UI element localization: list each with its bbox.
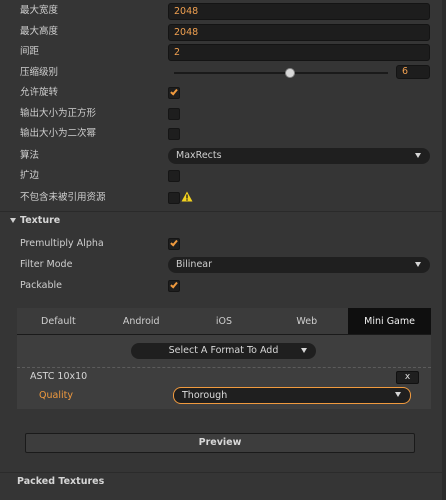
- premultiply-checkbox[interactable]: [168, 238, 180, 250]
- compression-label: 压缩级别: [20, 67, 59, 78]
- extrude-label: 扩边: [20, 170, 40, 181]
- tab-default[interactable]: Default: [17, 308, 100, 334]
- packed-textures-header: Packed Textures: [17, 476, 105, 487]
- algorithm-label: 算法: [20, 150, 40, 161]
- algorithm-value: MaxRects: [176, 150, 222, 161]
- format-name: ASTC 10x10: [30, 371, 88, 382]
- preview-button[interactable]: Preview: [25, 433, 415, 453]
- extrude-checkbox[interactable]: [168, 170, 180, 182]
- close-icon: x: [404, 372, 411, 382]
- scrollbar[interactable]: [442, 0, 446, 500]
- max-width-field[interactable]: 2048: [168, 3, 430, 20]
- remove-format-button[interactable]: x: [396, 371, 419, 384]
- compression-slider-track[interactable]: [174, 72, 388, 74]
- filter-mode-value: Bilinear: [176, 259, 213, 270]
- allow-rotation-label: 允许旋转: [20, 87, 59, 98]
- exclude-unref-checkbox[interactable]: [168, 192, 180, 204]
- quality-value: Thorough: [182, 390, 228, 401]
- platform-tabs: Default Android iOS Web Mini Game: [17, 308, 431, 335]
- square-label: 输出大小为正方形: [20, 108, 97, 119]
- tab-android[interactable]: Android: [100, 308, 183, 334]
- tab-mini-game[interactable]: Mini Game: [348, 308, 431, 334]
- filter-mode-label: Filter Mode: [20, 259, 73, 270]
- tab-ios[interactable]: iOS: [183, 308, 266, 334]
- format-divider: [17, 367, 431, 368]
- packable-checkbox[interactable]: [168, 280, 180, 292]
- premultiply-label: Premultiply Alpha: [20, 238, 104, 249]
- check-icon: [170, 87, 178, 96]
- add-format-select[interactable]: Select A Format To Add: [131, 343, 316, 359]
- chevron-down-icon: [301, 348, 307, 353]
- add-format-placeholder: Select A Format To Add: [168, 345, 279, 356]
- tab-web[interactable]: Web: [265, 308, 348, 334]
- check-icon: [170, 238, 178, 247]
- compression-field[interactable]: 6: [396, 65, 430, 79]
- pot-label: 输出大小为二次幂: [20, 128, 97, 139]
- algorithm-select[interactable]: MaxRects: [168, 148, 430, 164]
- max-height-field[interactable]: 2048: [168, 24, 430, 41]
- allow-rotation-checkbox[interactable]: [168, 87, 180, 99]
- chevron-down-icon: [415, 153, 421, 158]
- collapse-arrow-icon: [10, 218, 16, 223]
- max-width-label: 最大宽度: [20, 5, 59, 16]
- check-icon: [170, 280, 178, 289]
- texture-section-title: Texture: [20, 215, 61, 226]
- max-height-label: 最大高度: [20, 26, 59, 37]
- texture-section-header[interactable]: Texture: [0, 211, 446, 229]
- square-checkbox[interactable]: [168, 108, 180, 120]
- filter-mode-select[interactable]: Bilinear: [168, 257, 430, 273]
- chevron-down-icon: [395, 392, 401, 397]
- chevron-down-icon: [415, 262, 421, 267]
- compression-slider-thumb[interactable]: [284, 68, 295, 78]
- quality-label: Quality: [39, 390, 73, 401]
- exclude-unref-label: 不包含未被引用资源: [20, 192, 106, 203]
- padding-field[interactable]: 2: [168, 44, 430, 61]
- warning-icon: [181, 191, 193, 202]
- packable-label: Packable: [20, 280, 63, 291]
- padding-label: 间距: [20, 46, 40, 57]
- divider: [0, 472, 446, 473]
- pot-checkbox[interactable]: [168, 128, 180, 140]
- quality-select[interactable]: Thorough: [173, 387, 411, 404]
